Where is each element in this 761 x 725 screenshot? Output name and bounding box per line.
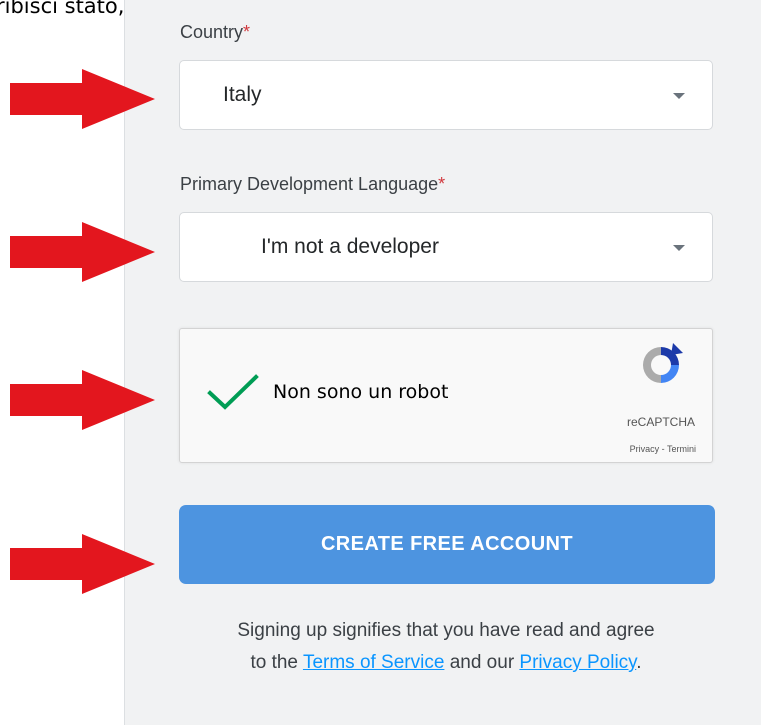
terms-of-service-link[interactable]: Terms of Service: [303, 652, 444, 673]
language-label: Primary Development Language*: [180, 174, 446, 194]
country-value: Italy: [223, 83, 262, 106]
recaptcha-privacy-link[interactable]: Privacy: [630, 444, 660, 454]
legal-line-1: Signing up signifies that you have read …: [237, 620, 655, 641]
recaptcha-terms-link[interactable]: Termini: [667, 444, 696, 454]
red-arrow-icon: [10, 370, 155, 430]
red-arrow-icon: [10, 534, 155, 594]
country-label: Country*: [180, 22, 251, 42]
legal-notice: Signing up signifies that you have read …: [179, 615, 713, 679]
captcha-label: Non sono un robot: [273, 381, 449, 403]
checkmark-icon[interactable]: [207, 373, 259, 413]
caret-down-icon: [673, 93, 685, 99]
create-account-button[interactable]: CREATE FREE ACCOUNT: [179, 505, 715, 584]
red-arrow-icon: [10, 69, 155, 129]
language-value: I'm not a developer: [261, 235, 439, 258]
language-select[interactable]: I'm not a developer: [179, 212, 713, 282]
recaptcha-links: Privacy - Termini: [629, 444, 696, 454]
country-select[interactable]: Italy: [179, 60, 713, 130]
recaptcha-brand: reCAPTCHA: [626, 415, 695, 429]
caret-down-icon: [673, 245, 685, 251]
required-mark: *: [243, 22, 251, 42]
required-mark: *: [438, 174, 446, 194]
recaptcha-widget: Non sono un robot reCAPTCHA Privacy - Te…: [179, 328, 713, 463]
privacy-policy-link[interactable]: Privacy Policy: [519, 652, 636, 673]
red-arrow-icon: [10, 222, 155, 282]
recaptcha-logo-icon: [643, 343, 683, 383]
legal-line-2: to the Terms of Service and our Privacy …: [250, 652, 642, 673]
